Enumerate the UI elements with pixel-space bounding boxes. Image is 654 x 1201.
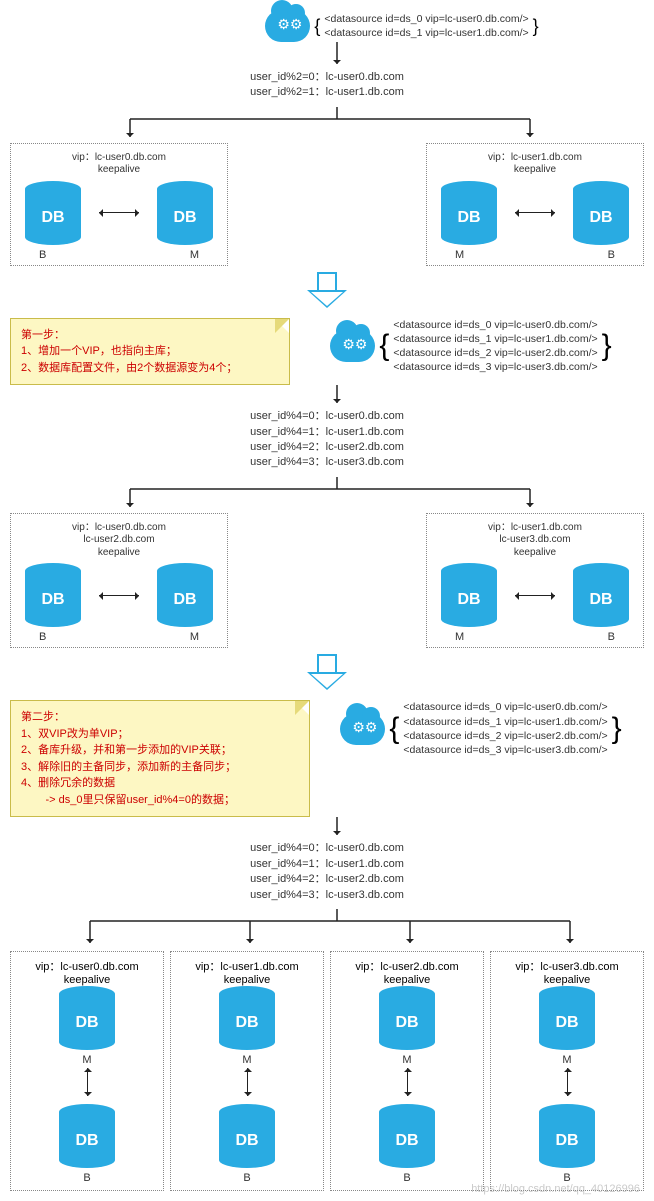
db-group-quad-0: vip：lc-user0.db.comkeepalive DB M DB B: [10, 951, 164, 1191]
db-icon: DB: [219, 1104, 275, 1168]
cloud-icon: ⚙⚙: [330, 330, 375, 362]
db-icon: DB: [441, 181, 497, 245]
db-icon: DB: [441, 563, 497, 627]
bidir-arrow: [87, 1068, 88, 1096]
bidir-arrow: [407, 1068, 408, 1096]
db-icon: DB: [157, 181, 213, 245]
step-arrow-icon: [307, 654, 347, 694]
routing-rules-3: user_id%4=0：lc-user0.db.com user_id%4=1：…: [10, 841, 644, 903]
routing-rules-2: user_id%4=0：lc-user0.db.com user_id%4=1：…: [10, 409, 644, 471]
note-step-1: 第一步： 1、增加一个VIP，也指向主库； 2、数据库配置文件，由2个数据源变为…: [10, 318, 290, 386]
db-group-left-1: vip：lc-user0.db.com keepalive DB DB BM: [10, 143, 228, 266]
db-group-quad-1: vip：lc-user1.db.comkeepalive DB M DB B: [170, 951, 324, 1191]
db-icon: DB: [573, 563, 629, 627]
step-arrow-icon: [307, 272, 347, 312]
db-group-quad-2: vip：lc-user2.db.comkeepalive DB M DB B: [330, 951, 484, 1191]
bidir-arrow: [515, 595, 555, 596]
db-icon: DB: [539, 1104, 595, 1168]
db-icon: DB: [539, 986, 595, 1050]
db-icon: DB: [25, 563, 81, 627]
role-label: B: [337, 1172, 477, 1184]
vip-label: vip：lc-user0.db.comkeepalive: [17, 958, 157, 986]
db-group-right-1: vip：lc-user1.db.com keepalive DB DB MB: [426, 143, 644, 266]
db-icon: DB: [379, 1104, 435, 1168]
db-icon: DB: [157, 563, 213, 627]
role-label: B: [177, 1172, 317, 1184]
vip-label: vip：lc-user1.db.comkeepalive: [177, 958, 317, 986]
datasource-list-1: { <datasource id=ds_0 vip=lc-user0.db.co…: [314, 12, 538, 40]
bidir-arrow: [567, 1068, 568, 1096]
cloud-icon: ⚙⚙: [265, 10, 310, 42]
db-group-right-2: vip：lc-user1.db.com lc-user3.db.com keep…: [426, 513, 644, 649]
cloud-icon: ⚙⚙: [340, 713, 385, 745]
bidir-arrow: [515, 212, 555, 213]
routing-rules-1: user_id%2=0：lc-user0.db.com user_id%2=1：…: [10, 70, 644, 101]
vip-label: vip：lc-user3.db.comkeepalive: [497, 958, 637, 986]
bidir-arrow: [99, 212, 139, 213]
db-icon: DB: [59, 1104, 115, 1168]
datasource-list-3: { <datasource id=ds_0 vip=lc-user0.db.co…: [389, 700, 621, 757]
bidir-arrow: [99, 595, 139, 596]
db-icon: DB: [219, 986, 275, 1050]
bidir-arrow: [247, 1068, 248, 1096]
db-group-quad-3: vip：lc-user3.db.comkeepalive DB M DB B: [490, 951, 644, 1191]
db-icon: DB: [379, 986, 435, 1050]
note-step-2: 第二步： 1、双VIP改为单VIP； 2、备库升级，并和第一步添加的VIP关联；…: [10, 700, 310, 817]
role-label: B: [17, 1172, 157, 1184]
watermark-text: https://blog.csdn.net/qq_40126996: [471, 1183, 640, 1195]
ds-line: <datasource id=ds_0 vip=lc-user0.db.com/…: [324, 12, 528, 26]
vip-label: vip：lc-user2.db.comkeepalive: [337, 958, 477, 986]
db-icon: DB: [59, 986, 115, 1050]
db-icon: DB: [573, 181, 629, 245]
db-icon: DB: [25, 181, 81, 245]
ds-line: <datasource id=ds_1 vip=lc-user1.db.com/…: [324, 26, 528, 40]
db-group-left-2: vip：lc-user0.db.com lc-user2.db.com keep…: [10, 513, 228, 649]
datasource-list-2: { <datasource id=ds_0 vip=lc-user0.db.co…: [379, 318, 611, 375]
